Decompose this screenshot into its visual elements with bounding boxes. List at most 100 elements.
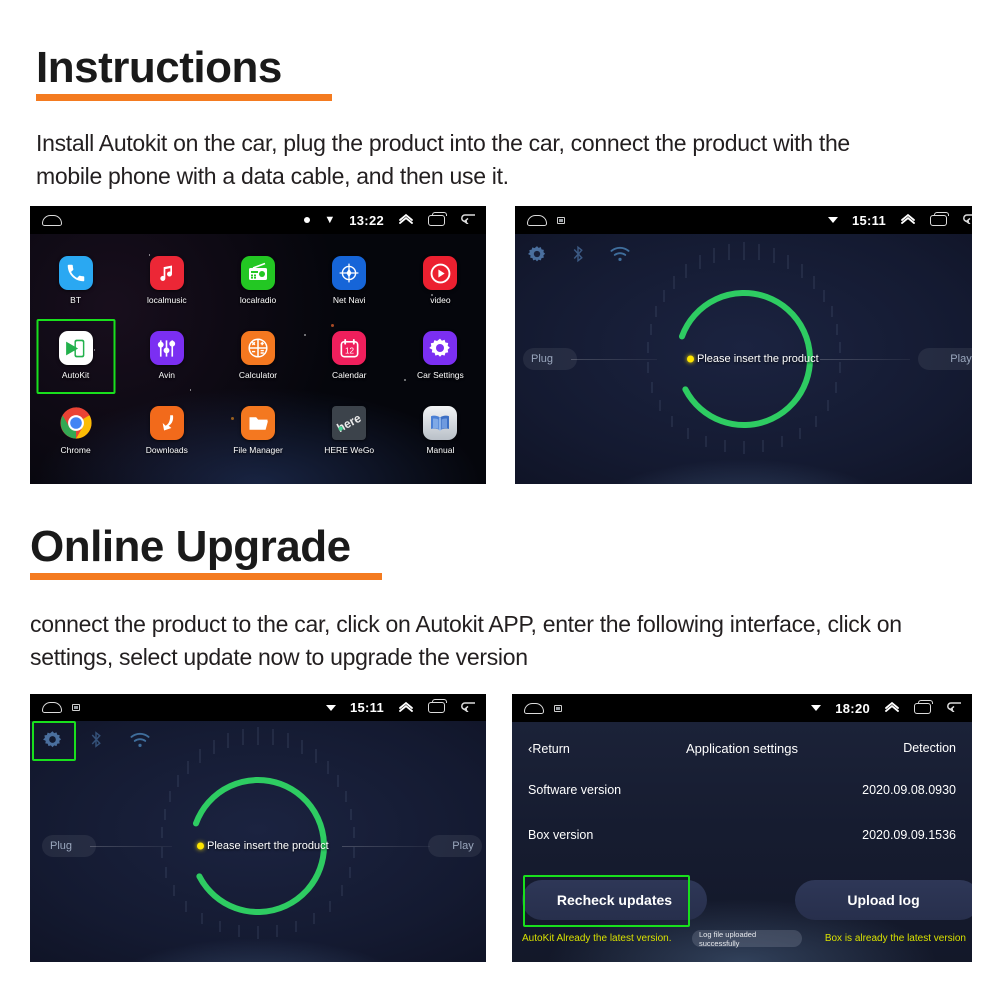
waiting-message: Please insert the product xyxy=(207,840,329,853)
wifi-icon[interactable] xyxy=(129,731,151,754)
upload-log-label: Upload log xyxy=(847,892,920,908)
row-label: Software version xyxy=(528,783,622,797)
app-label: Manual xyxy=(426,445,455,455)
sliders-icon xyxy=(149,331,184,365)
heading-underline-orange xyxy=(30,573,382,580)
app-label: HERE WeGo xyxy=(324,445,375,455)
settings-header: ‹Return Application settings Detection xyxy=(512,738,972,758)
app-tile-localmusic[interactable]: localmusic xyxy=(121,256,212,305)
page-title-online-upgrade: Online Upgrade xyxy=(30,522,351,571)
app-tile-video[interactable]: video xyxy=(395,256,486,305)
app-label: Calendar xyxy=(331,370,367,380)
app-tile-bt[interactable]: BT xyxy=(30,256,121,305)
settings-status-bar: 18:20 xyxy=(512,694,972,722)
chevron-up-icon[interactable] xyxy=(398,211,414,229)
gear-icon[interactable] xyxy=(527,244,547,269)
app-tile-file-manager[interactable]: File Manager xyxy=(212,406,303,455)
autokit-toolbar xyxy=(527,244,631,269)
bluetooth-icon[interactable] xyxy=(569,244,587,269)
waiting-message: Please insert the product xyxy=(697,353,819,365)
home-icon[interactable] xyxy=(527,214,547,226)
page-title-instructions: Instructions xyxy=(36,43,282,92)
chevron-up-icon[interactable] xyxy=(900,211,916,229)
online-upgrade-heading-block: Online Upgrade xyxy=(30,525,382,580)
app-tile-net-navi[interactable]: Net Navi xyxy=(304,256,395,305)
svg-text:12: 12 xyxy=(345,346,355,355)
plug-label: Plug xyxy=(530,353,554,365)
status-time: 15:11 xyxy=(349,700,384,715)
dot-icon xyxy=(304,217,311,223)
upload-log-button[interactable]: Upload log xyxy=(795,880,972,920)
radio-icon xyxy=(241,256,275,290)
back-icon[interactable] xyxy=(945,699,962,717)
app-tile-autokit[interactable]: AutoKit xyxy=(30,319,121,394)
status-dot-yellow xyxy=(197,842,204,850)
screenshot-settings-panel: 18:20 ‹Return Application settings Detec… xyxy=(512,694,972,962)
return-button[interactable]: ‹Return xyxy=(528,741,570,756)
recent-apps-icon[interactable] xyxy=(428,211,447,226)
detection-button[interactable]: Detection xyxy=(903,741,956,755)
chevron-up-icon[interactable] xyxy=(398,699,414,717)
here-wego-icon: here xyxy=(332,406,367,440)
app-tile-downloads[interactable]: Downloads xyxy=(121,406,212,455)
screenshot-icon[interactable] xyxy=(72,704,80,711)
recheck-updates-label: Recheck updates xyxy=(556,892,673,908)
upload-log-toast: Log file uploaded successfully xyxy=(692,930,802,948)
home-icon[interactable] xyxy=(42,702,62,713)
home-icon[interactable] xyxy=(524,702,544,714)
app-label: AutoKit xyxy=(61,370,90,380)
app-tile-calculator[interactable]: Calculator xyxy=(212,331,303,380)
screenshot-icon[interactable] xyxy=(557,216,565,224)
folder-icon xyxy=(241,406,275,440)
compass-icon xyxy=(332,256,367,290)
status-time: 15:11 xyxy=(851,212,886,228)
row-value: 2020.09.08.0930 xyxy=(862,783,956,797)
app-grid: BT localmusic localradio Net Navi video … xyxy=(30,234,486,484)
app-label: Calculator xyxy=(238,370,278,380)
gear-icon xyxy=(423,331,458,365)
screenshot-launcher-panel: ▼ 13:22 BT localmusic localradio Net Nav… xyxy=(30,206,486,484)
back-icon[interactable] xyxy=(961,211,972,229)
back-icon[interactable] xyxy=(459,211,476,229)
bluetooth-icon[interactable] xyxy=(87,729,105,755)
wifi-icon[interactable] xyxy=(609,245,631,268)
recheck-updates-button[interactable]: Recheck updates xyxy=(522,880,707,920)
autokit-icon xyxy=(58,331,93,365)
app-tile-chrome[interactable]: Chrome xyxy=(30,406,121,455)
status-dot-yellow xyxy=(687,355,694,363)
settings-row-box-version: Box version 2020.09.09.1536 xyxy=(512,825,972,845)
recent-apps-icon[interactable] xyxy=(914,699,933,714)
app-label: localradio xyxy=(239,295,277,305)
play-pill: Play xyxy=(918,348,972,370)
gear-icon[interactable] xyxy=(32,721,76,761)
heading-underline-orange xyxy=(36,94,332,101)
row-value: 2020.09.09.1536 xyxy=(862,828,956,842)
autokit-version-note: AutoKit Already the latest version. xyxy=(522,933,672,944)
autokit-toolbar xyxy=(32,721,151,761)
home-icon[interactable] xyxy=(42,214,62,226)
chrome-icon xyxy=(59,406,93,440)
calendar-icon: 12 xyxy=(332,331,367,365)
screenshot-waiting-panel-bottom: 15:11 Please insert the product Plug Pla… xyxy=(30,694,486,962)
app-tile-manual[interactable]: Manual xyxy=(395,406,486,455)
instructions-body-text: Install Autokit on the car, plug the pro… xyxy=(36,130,850,189)
app-tile-localradio[interactable]: localradio xyxy=(212,256,303,305)
app-tile-car-settings[interactable]: Car Settings xyxy=(395,331,486,380)
settings-title: Application settings xyxy=(685,740,799,756)
chevron-up-icon[interactable] xyxy=(884,699,900,717)
play-label: Play xyxy=(950,353,972,365)
plug-pill: Plug xyxy=(42,835,96,858)
play-label: Play xyxy=(452,840,474,853)
back-icon[interactable] xyxy=(459,699,476,717)
caret-down-icon xyxy=(325,704,336,711)
app-tile-calendar[interactable]: 12 Calendar xyxy=(304,331,395,380)
launcher-status-bar: ▼ 13:22 xyxy=(30,206,486,234)
app-tile-avin[interactable]: Avin xyxy=(121,331,212,380)
screenshot-icon[interactable] xyxy=(554,704,562,712)
instructions-heading-block: Instructions xyxy=(36,46,332,101)
online-upgrade-body-text: connect the product to the car, click on… xyxy=(30,611,902,670)
app-tile-here-wego[interactable]: here HERE WeGo xyxy=(304,406,395,455)
recent-apps-icon[interactable] xyxy=(930,211,949,226)
recent-apps-icon[interactable] xyxy=(428,699,447,713)
instruction-sheet: Instructions Install Autokit on the car,… xyxy=(0,0,1000,1000)
